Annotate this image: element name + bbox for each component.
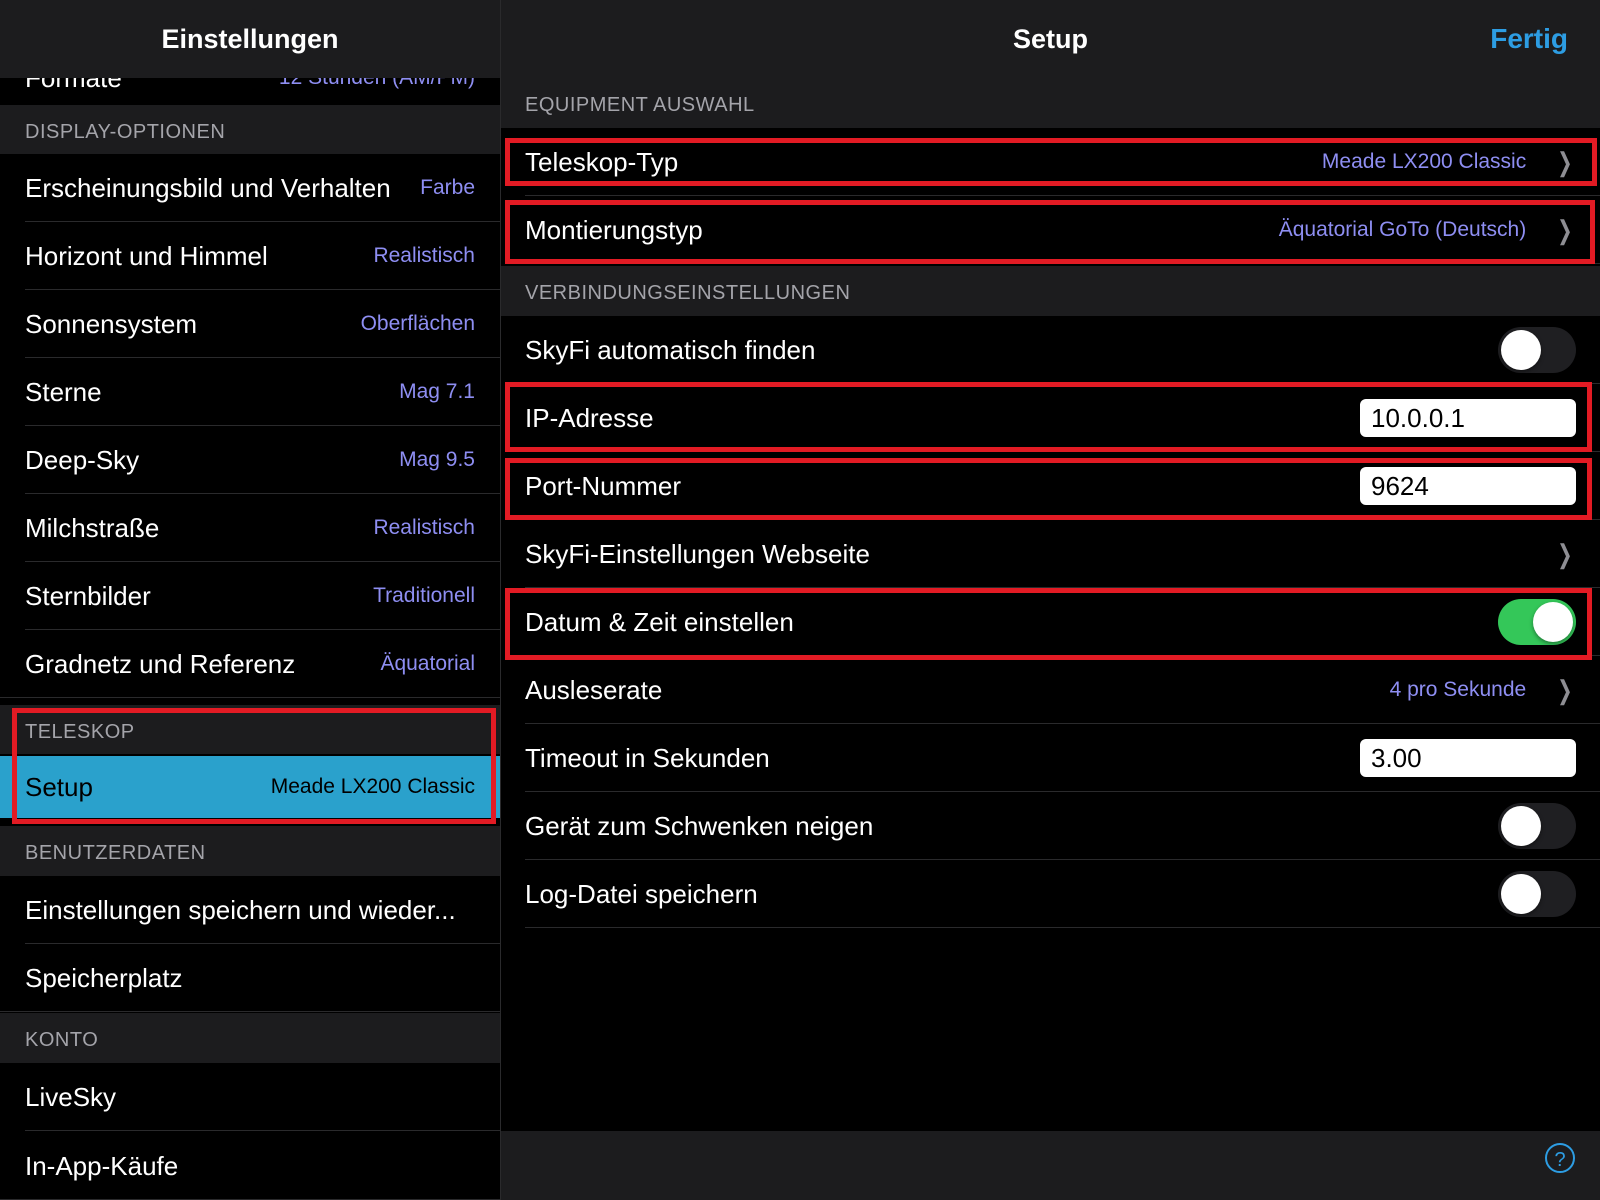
sidebar-item-label: Speicherplatz: [25, 962, 183, 993]
sidebar-item-value: Farbe: [420, 176, 475, 199]
section-header-benutzerdaten: BENUTZERDATEN: [0, 826, 500, 876]
neigen-toggle[interactable]: [1498, 803, 1576, 849]
sidebar-item-label: LiveSky: [25, 1081, 117, 1112]
sidebar-item-livesky[interactable]: LiveSky: [0, 1063, 500, 1131]
sidebar-item-sterne[interactable]: Sterne Mag 7.1: [0, 358, 500, 426]
sidebar-item-milchstrasse[interactable]: Milchstraße Realistisch: [0, 494, 500, 562]
section-header-equipment: EQUIPMENT AUSWAHL: [501, 78, 1600, 128]
section-header-verbindung: VERBINDUNGSEINSTELLUNGEN: [501, 266, 1600, 316]
sidebar-item-value: Realistisch: [373, 244, 475, 267]
montierungstyp-value: Äquatorial GoTo (Deutsch): [1278, 218, 1527, 241]
montierungstyp-label: Montierungstyp: [525, 214, 703, 245]
sidebar-item-speicherplatz[interactable]: Speicherplatz: [0, 944, 500, 1012]
setup-detail-panel: Setup Fertig EQUIPMENT AUSWAHL Teleskop-…: [501, 0, 1600, 1200]
section-header-display: DISPLAY-OPTIONEN: [0, 105, 500, 154]
sidebar-item-label: Deep-Sky: [25, 444, 140, 475]
sidebar-item-sternbilder[interactable]: Sternbilder Traditionell: [0, 562, 500, 630]
timeout-row: Timeout in Sekunden 3.00: [501, 724, 1600, 792]
sidebar-item-label: Sterne: [25, 376, 102, 407]
help-circle-icon[interactable]: ?: [1545, 1143, 1575, 1173]
skyfi-webseite-label: SkyFi-Einstellungen Webseite: [525, 538, 870, 569]
sidebar-item-label: Milchstraße: [25, 512, 160, 543]
teleskop-typ-label: Teleskop-Typ: [525, 146, 679, 177]
teleskop-typ-value: Meade LX200 Classic: [1321, 150, 1527, 173]
ip-adresse-input[interactable]: 10.0.0.1: [1360, 399, 1576, 437]
skyfi-auto-toggle[interactable]: [1498, 327, 1576, 373]
done-button[interactable]: Fertig: [1490, 0, 1568, 78]
sidebar-item-horizont[interactable]: Horizont und Himmel Realistisch: [0, 222, 500, 290]
sidebar-title: Einstellungen: [161, 23, 339, 54]
neigen-label: Gerät zum Schwenken neigen: [525, 810, 874, 841]
sidebar-navbar: Einstellungen: [0, 0, 500, 78]
skyfi-auto-row: SkyFi automatisch finden: [501, 316, 1600, 384]
chevron-right-icon: ❯: [1557, 214, 1573, 245]
chevron-right-icon: ❯: [1557, 538, 1573, 569]
sidebar-item-value: Äquatorial: [380, 652, 475, 675]
sidebar-item-label: Sonnensystem: [25, 308, 197, 339]
skyfi-auto-label: SkyFi automatisch finden: [525, 334, 816, 365]
timeout-input[interactable]: 3.00: [1360, 739, 1576, 777]
section-header-konto: KONTO: [0, 1013, 500, 1063]
sidebar-item-label: Einstellungen speichern und wieder...: [25, 894, 456, 925]
datum-zeit-toggle[interactable]: [1498, 599, 1576, 645]
port-nummer-row: Port-Nummer 9624: [501, 452, 1600, 520]
ausleserate-row[interactable]: Ausleserate 4 pro Sekunde ❯: [501, 656, 1600, 724]
sidebar-item-deep-sky[interactable]: Deep-Sky Mag 9.5: [0, 426, 500, 494]
chevron-right-icon: ❯: [1557, 674, 1573, 705]
bottom-toolbar: ?: [501, 1131, 1600, 1200]
datum-zeit-label: Datum & Zeit einstellen: [525, 606, 794, 637]
sidebar-item-gradnetz[interactable]: Gradnetz und Referenz Äquatorial: [0, 630, 500, 698]
sidebar-item-erscheinungsbild[interactable]: Erscheinungsbild und Verhalten Farbe: [0, 154, 500, 222]
sidebar-item-value: Traditionell: [373, 584, 475, 607]
sidebar-item-label: Setup: [25, 771, 93, 802]
toggle-knob: [1501, 874, 1541, 914]
sidebar-item-setup[interactable]: Setup Meade LX200 Classic: [0, 756, 500, 818]
sidebar-item-value: Oberflächen: [360, 312, 475, 335]
sidebar-item-value: Mag 7.1: [399, 380, 475, 403]
sidebar-item-label: Horizont und Himmel: [25, 240, 268, 271]
sidebar-item-label: Erscheinungsbild und Verhalten: [25, 172, 391, 203]
toggle-knob: [1533, 602, 1573, 642]
ip-adresse-row: IP-Adresse 10.0.0.1: [501, 384, 1600, 452]
port-nummer-input[interactable]: 9624: [1360, 467, 1576, 505]
sidebar-item-einstellungen-speichern[interactable]: Einstellungen speichern und wieder...: [0, 876, 500, 944]
log-datei-label: Log-Datei speichern: [525, 878, 758, 909]
datum-zeit-row: Datum & Zeit einstellen: [501, 588, 1600, 656]
sidebar-item-value: Mag 9.5: [399, 448, 475, 471]
neigen-row: Gerät zum Schwenken neigen: [501, 792, 1600, 860]
sidebar-item-value: Meade LX200 Classic: [270, 775, 475, 798]
sidebar-item-label: In-App-Käufe: [25, 1150, 179, 1181]
settings-sidebar: Einstellungen Formate 12 Stunden (AM/PM)…: [0, 0, 500, 1200]
port-nummer-label: Port-Nummer: [525, 470, 682, 501]
ip-adresse-label: IP-Adresse: [525, 402, 654, 433]
sidebar-item-sonnensystem[interactable]: Sonnensystem Oberflächen: [0, 290, 500, 358]
ausleserate-value: 4 pro Sekunde: [1389, 678, 1527, 701]
teleskop-typ-row[interactable]: Teleskop-Typ Meade LX200 Classic ❯: [501, 128, 1600, 196]
sidebar-item-in-app-kaeufe[interactable]: In-App-Käufe: [0, 1132, 500, 1200]
section-header-teleskop: TELESKOP: [0, 705, 500, 754]
toggle-knob: [1501, 330, 1541, 370]
log-datei-row: Log-Datei speichern: [501, 860, 1600, 928]
ausleserate-label: Ausleserate: [525, 674, 663, 705]
montierungstyp-row[interactable]: Montierungstyp Äquatorial GoTo (Deutsch)…: [501, 196, 1600, 264]
skyfi-webseite-row[interactable]: SkyFi-Einstellungen Webseite ❯: [501, 520, 1600, 588]
log-datei-toggle[interactable]: [1498, 871, 1576, 917]
chevron-right-icon: ❯: [1557, 146, 1573, 177]
setup-navbar: Setup Fertig: [501, 0, 1600, 78]
sidebar-item-value: Realistisch: [373, 516, 475, 539]
setup-title: Setup: [1012, 23, 1088, 54]
timeout-label: Timeout in Sekunden: [525, 742, 770, 773]
toggle-knob: [1501, 806, 1541, 846]
sidebar-item-label: Gradnetz und Referenz: [25, 648, 296, 679]
sidebar-item-label: Sternbilder: [25, 580, 151, 611]
